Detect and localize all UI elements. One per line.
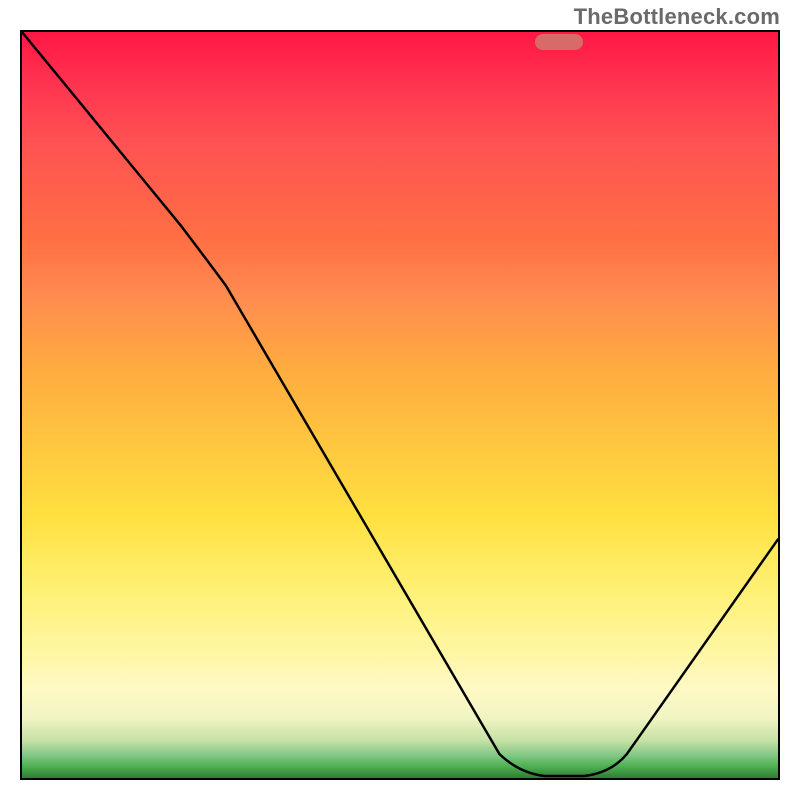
attribution-text: TheBottleneck.com [574,4,780,30]
chart-container: TheBottleneck.com [0,0,800,800]
plot-area [20,30,780,780]
optimal-marker [535,34,583,50]
gradient-background [22,32,778,778]
